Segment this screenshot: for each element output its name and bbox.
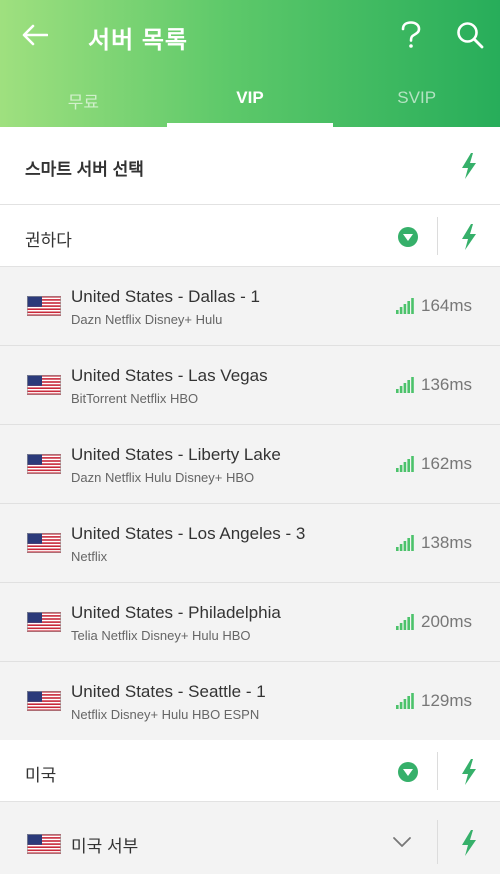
signal-icon xyxy=(396,535,414,551)
server-name: United States - Liberty Lake xyxy=(71,445,281,464)
server-latency: 136ms xyxy=(421,375,473,394)
server-row[interactable]: United States - Philadelphia Telia Netfl… xyxy=(0,583,500,662)
server-tags: Telia Netflix Disney+ Hulu HBO xyxy=(71,628,251,643)
server-row[interactable]: United States - Las Vegas BitTorrent Net… xyxy=(0,346,500,425)
tab-free[interactable]: 무료 xyxy=(0,78,167,127)
group-recommended-label: 권하다 xyxy=(25,231,72,250)
search-icon xyxy=(457,22,484,49)
top-bar: 서버 목록 xyxy=(0,0,500,70)
us-flag-icon xyxy=(27,375,61,395)
server-name: United States - Los Angeles - 3 xyxy=(71,524,306,543)
tab-vip[interactable]: VIP xyxy=(166,78,334,127)
tab-svip[interactable]: SVIP xyxy=(333,78,500,127)
server-row[interactable]: United States - Seattle - 1 Netflix Disn… xyxy=(0,662,500,741)
server-row[interactable]: United States - Dallas - 1 Dazn Netflix … xyxy=(0,267,500,346)
divider xyxy=(437,820,438,864)
server-latency: 164ms xyxy=(421,296,473,315)
back-button[interactable] xyxy=(18,18,52,52)
us-flag-icon xyxy=(27,454,61,474)
signal-icon xyxy=(396,377,414,393)
question-icon xyxy=(401,21,421,48)
group-country-label: 미국 xyxy=(25,766,57,785)
lightning-icon[interactable] xyxy=(459,830,479,856)
us-flag-icon xyxy=(27,533,61,553)
server-tags: Netflix xyxy=(71,549,108,564)
help-button[interactable] xyxy=(394,18,428,52)
group-recommended[interactable]: 권하다 xyxy=(0,205,500,267)
server-row[interactable]: United States - Liberty Lake Dazn Netfli… xyxy=(0,425,500,504)
server-latency: 200ms xyxy=(421,612,473,631)
server-tags: Dazn Netflix Hulu Disney+ HBO xyxy=(71,470,255,485)
region-row-us-west[interactable]: 미국 서부 xyxy=(0,802,500,874)
signal-icon xyxy=(396,298,414,314)
divider xyxy=(437,752,438,790)
server-latency: 162ms xyxy=(421,454,473,473)
signal-icon xyxy=(396,693,414,709)
server-latency: 138ms xyxy=(421,533,473,552)
server-tags: Dazn Netflix Disney+ Hulu xyxy=(71,312,223,327)
divider xyxy=(437,217,438,255)
chevron-down-circle-icon[interactable] xyxy=(398,227,418,247)
signal-icon xyxy=(396,614,414,630)
arrow-left-icon xyxy=(22,24,48,46)
chevron-down-icon[interactable] xyxy=(392,836,412,848)
server-list: United States - Dallas - 1 Dazn Netflix … xyxy=(0,267,500,741)
smart-server-select[interactable]: 스마트 서버 선택 xyxy=(0,127,500,205)
group-country-us[interactable]: 미국 xyxy=(0,740,500,802)
app-header: 서버 목록 무료 VIP SVIP xyxy=(0,0,500,127)
server-tags: Netflix Disney+ Hulu HBO ESPN xyxy=(71,707,260,722)
server-name: United States - Las Vegas xyxy=(71,366,268,385)
server-name: United States - Dallas - 1 xyxy=(71,287,260,306)
region-label: 미국 서부 xyxy=(71,837,139,856)
us-flag-icon xyxy=(27,691,61,711)
server-row[interactable]: United States - Los Angeles - 3 Netflix … xyxy=(0,504,500,583)
us-flag-icon xyxy=(27,612,61,632)
server-latency: 129ms xyxy=(421,691,473,710)
lightning-icon[interactable] xyxy=(459,759,479,785)
us-flag-icon xyxy=(27,296,61,316)
lightning-icon[interactable] xyxy=(459,153,479,179)
server-name: United States - Philadelphia xyxy=(71,603,281,622)
chevron-down-circle-icon[interactable] xyxy=(398,762,418,782)
server-name: United States - Seattle - 1 xyxy=(71,682,266,701)
smart-server-label: 스마트 서버 선택 xyxy=(25,160,144,179)
search-button[interactable] xyxy=(452,18,488,52)
signal-icon xyxy=(396,456,414,472)
tier-tabs: 무료 VIP SVIP xyxy=(0,78,500,127)
server-tags: BitTorrent Netflix HBO xyxy=(71,391,199,406)
page-title: 서버 목록 xyxy=(88,27,188,54)
lightning-icon[interactable] xyxy=(459,224,479,250)
us-flag-icon xyxy=(27,834,61,854)
